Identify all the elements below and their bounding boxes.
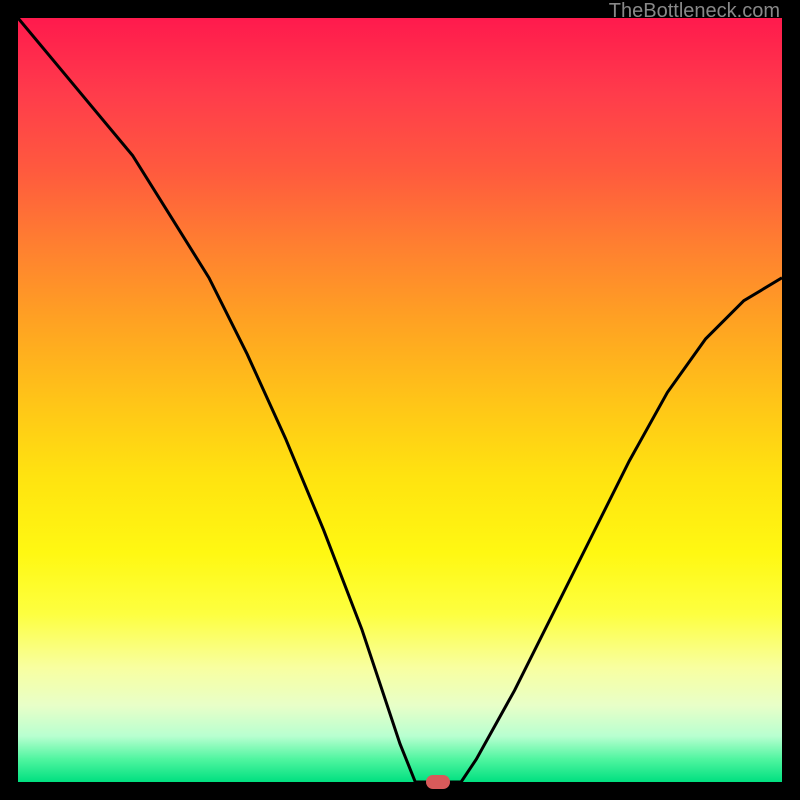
line-curve <box>18 18 782 782</box>
bottleneck-marker <box>426 775 450 789</box>
chart-container: TheBottleneck.com <box>0 0 800 800</box>
plot-area <box>18 18 782 782</box>
watermark-text: TheBottleneck.com <box>609 0 780 23</box>
